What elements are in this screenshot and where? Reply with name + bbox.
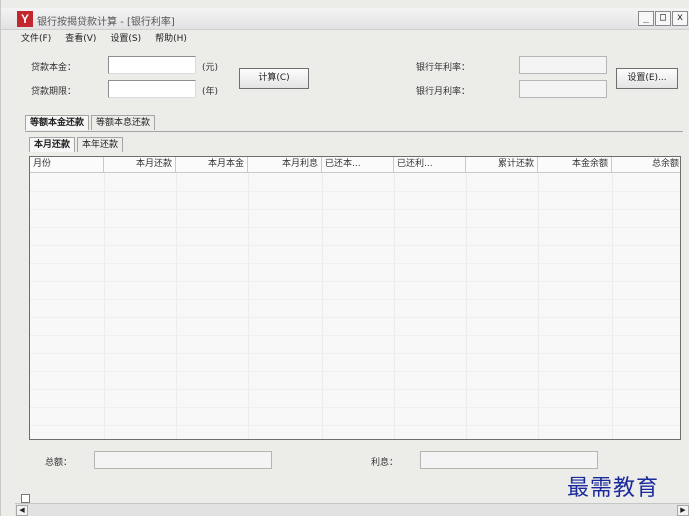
menu-settings[interactable]: 设置(S) bbox=[110, 31, 141, 48]
grid-row-line bbox=[30, 335, 680, 336]
grid-column-line bbox=[322, 173, 323, 439]
close-button[interactable]: x bbox=[672, 11, 688, 26]
settings-button[interactable]: 设置(E)... bbox=[616, 68, 678, 89]
maximize-button[interactable]: □ bbox=[655, 11, 671, 26]
tab-this-month[interactable]: 本月还款 bbox=[29, 137, 76, 152]
col-cumulative-payment[interactable]: 累计还款 bbox=[466, 157, 538, 173]
grid-row-line bbox=[30, 227, 680, 228]
grid-column-line bbox=[612, 173, 613, 439]
col-month[interactable]: 月份 bbox=[30, 157, 104, 173]
scroll-left-icon[interactable]: ◀ bbox=[16, 505, 28, 516]
interest-field bbox=[420, 451, 598, 469]
tab-equal-principal[interactable]: 等额本金还款 bbox=[25, 115, 90, 130]
minimize-button[interactable]: _ bbox=[638, 11, 654, 26]
tab-this-year[interactable]: 本年还款 bbox=[77, 137, 124, 152]
grid-row-line bbox=[30, 209, 680, 210]
inner-tabs: 本月还款 本年还款 bbox=[29, 137, 125, 152]
interest-label: 利息： bbox=[371, 458, 399, 468]
watermark: 最需教育 bbox=[567, 476, 660, 501]
col-paid-principal[interactable]: 已还本... bbox=[322, 157, 394, 173]
window-controls: _ □ x bbox=[638, 11, 688, 26]
term-label: 贷款期限： bbox=[31, 87, 77, 97]
grid-row-line bbox=[30, 407, 680, 408]
col-monthly-payment[interactable]: 本月还款 bbox=[104, 157, 176, 173]
grid-row-line bbox=[30, 191, 680, 192]
principal-unit: (元) bbox=[202, 63, 219, 73]
annual-rate-label: 银行年利率： bbox=[416, 63, 471, 73]
grid-column-line bbox=[104, 173, 105, 439]
footer-checkbox[interactable] bbox=[21, 494, 30, 503]
tab-equal-installment[interactable]: 等额本息还款 bbox=[91, 115, 156, 130]
horizontal-scrollbar[interactable]: ◀ ▶ bbox=[15, 503, 689, 516]
grid-row-line bbox=[30, 263, 680, 264]
grid-column-line bbox=[248, 173, 249, 439]
menu-help[interactable]: 帮助(H) bbox=[155, 31, 187, 48]
col-monthly-principal[interactable]: 本月本金 bbox=[176, 157, 248, 173]
monthly-rate-label: 银行月利率： bbox=[416, 87, 471, 97]
grid-row-line bbox=[30, 389, 680, 390]
total-field bbox=[94, 451, 272, 469]
total-label: 总额： bbox=[45, 458, 73, 468]
annual-rate-field bbox=[519, 56, 607, 74]
grid-row-line bbox=[30, 281, 680, 282]
table-header: 月份 本月还款 本月本金 本月利息 已还本... 已还利... 累计还款 本金余… bbox=[30, 157, 680, 173]
grid-column-line bbox=[466, 173, 467, 439]
grid-row-line bbox=[30, 245, 680, 246]
scroll-right-icon[interactable]: ▶ bbox=[677, 505, 689, 516]
col-monthly-interest[interactable]: 本月利息 bbox=[248, 157, 322, 173]
grid-column-line bbox=[538, 173, 539, 439]
term-unit: (年) bbox=[202, 87, 219, 97]
repayment-table[interactable]: 月份 本月还款 本月本金 本月利息 已还本... 已还利... 累计还款 本金余… bbox=[29, 156, 681, 440]
window-title: 银行按揭贷款计算 - [银行利率] bbox=[37, 17, 175, 28]
grid-row-line bbox=[30, 371, 680, 372]
grid-row-line bbox=[30, 299, 680, 300]
app-icon: Y bbox=[17, 11, 33, 27]
col-paid-interest[interactable]: 已还利... bbox=[394, 157, 466, 173]
menu-file[interactable]: 文件(F) bbox=[21, 31, 51, 48]
grid-column-line bbox=[394, 173, 395, 439]
title-bar[interactable]: Y 银行按揭贷款计算 - [银行利率] _ □ x bbox=[1, 8, 689, 30]
col-total-balance[interactable]: 总余额 bbox=[612, 157, 680, 173]
principal-input[interactable] bbox=[108, 56, 196, 74]
grid-row-line bbox=[30, 317, 680, 318]
menu-bar: 文件(F) 查看(V) 设置(S) 帮助(H) bbox=[1, 31, 689, 48]
grid-column-line bbox=[176, 173, 177, 439]
calculate-button[interactable]: 计算(C) bbox=[239, 68, 309, 89]
grid-row-line bbox=[30, 425, 680, 426]
principal-label: 贷款本金： bbox=[31, 63, 77, 73]
main-window: Y 银行按揭贷款计算 - [银行利率] _ □ x 文件(F) 查看(V) 设置… bbox=[0, 0, 689, 516]
grid-row-line bbox=[30, 353, 680, 354]
outer-tabs: 等额本金还款 等额本息还款 bbox=[25, 115, 157, 130]
outer-tab-divider bbox=[25, 131, 683, 132]
col-principal-balance[interactable]: 本金余额 bbox=[538, 157, 612, 173]
term-input[interactable] bbox=[108, 80, 196, 98]
monthly-rate-field bbox=[519, 80, 607, 98]
menu-view[interactable]: 查看(V) bbox=[65, 31, 96, 48]
